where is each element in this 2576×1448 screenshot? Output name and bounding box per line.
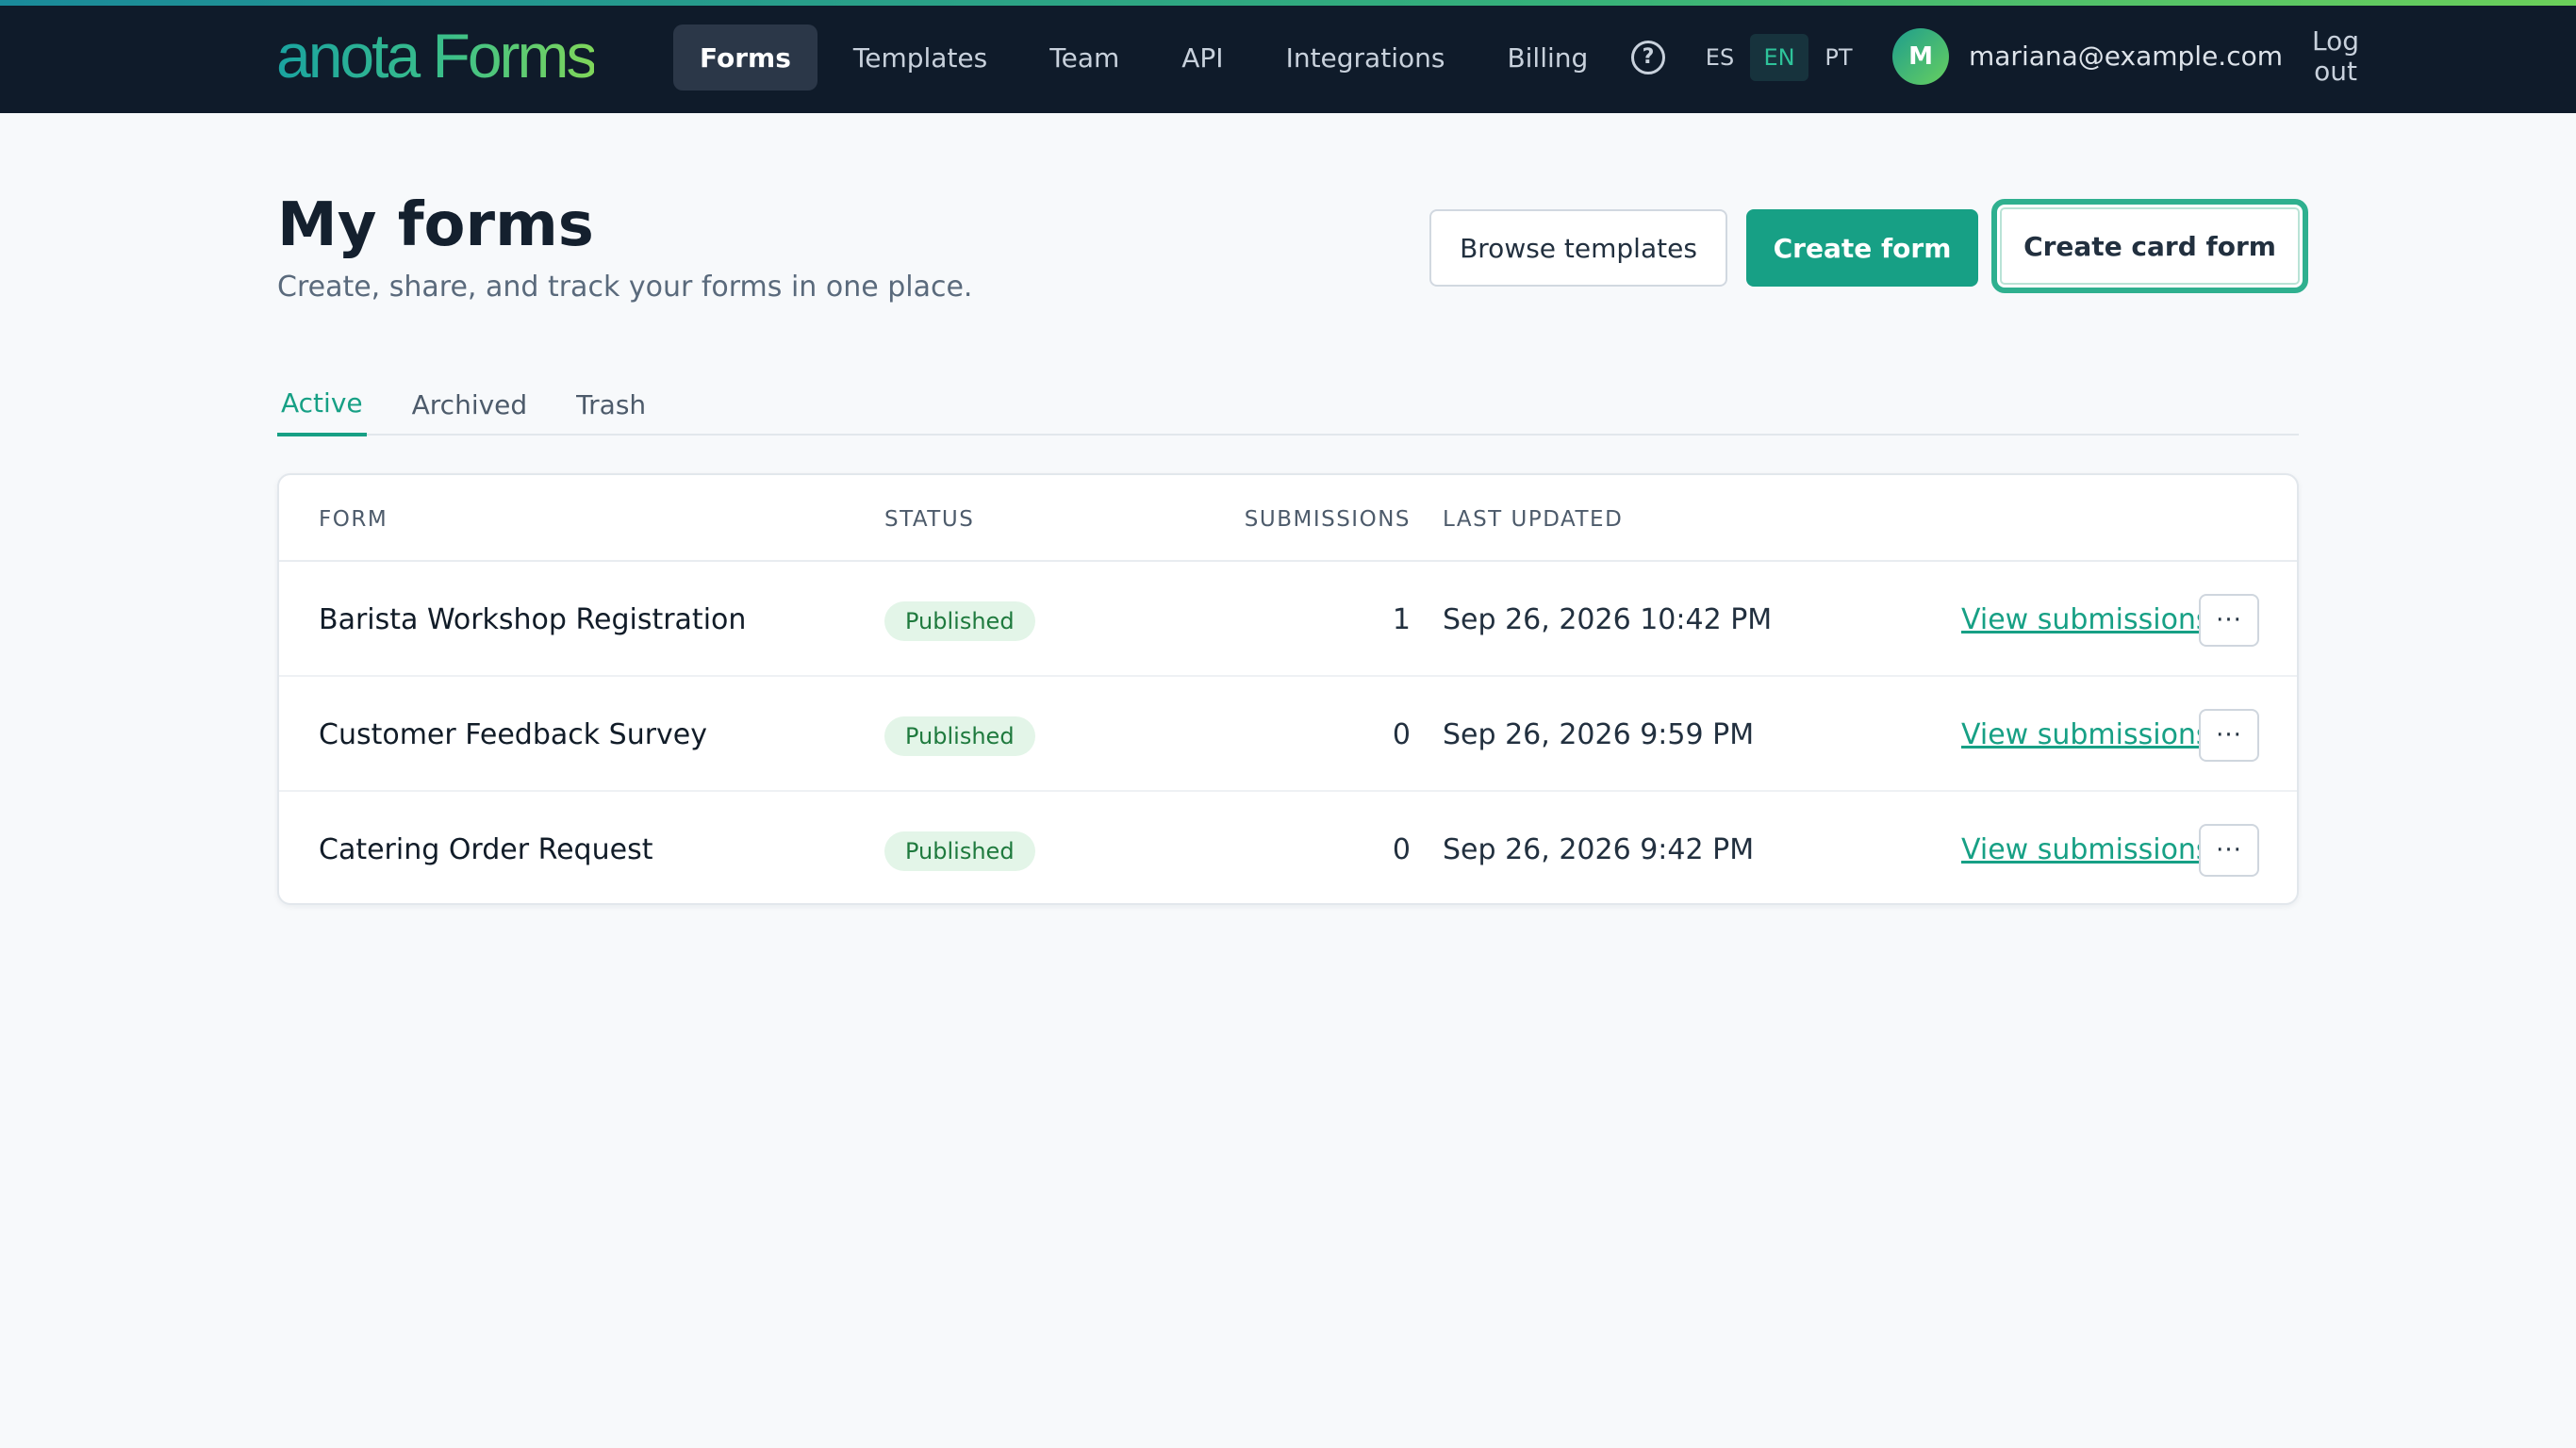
- column-header-last-updated: LAST UPDATED: [1443, 507, 1624, 532]
- table-header: FORM STATUS SUBMISSIONS LAST UPDATED: [279, 475, 2297, 562]
- create-form-button[interactable]: Create form: [1746, 209, 1978, 287]
- create-card-form-button[interactable]: Create card form: [1991, 199, 2308, 293]
- nav-item-integrations[interactable]: Integrations: [1260, 25, 1472, 90]
- view-submissions-link[interactable]: View submissions: [1961, 601, 2211, 639]
- language-es[interactable]: ES: [1697, 34, 1742, 81]
- user-email[interactable]: mariana@example.com: [1969, 38, 2283, 75]
- brand-logo[interactable]: anota Forms: [276, 23, 597, 89]
- table-row: Barista Workshop Registration Published …: [279, 562, 2297, 677]
- nav-item-templates[interactable]: Templates: [827, 25, 1014, 90]
- nav-item-billing[interactable]: Billing: [1480, 25, 1614, 90]
- more-options-button[interactable]: ···: [2199, 594, 2259, 647]
- last-updated: Sep 26, 2026 9:42 PM: [1443, 833, 1755, 866]
- submissions-count: 0: [1392, 833, 1411, 866]
- tab-archived[interactable]: Archived: [408, 373, 532, 436]
- nav-item-forms[interactable]: Forms: [673, 25, 817, 90]
- form-name[interactable]: Customer Feedback Survey: [319, 716, 707, 754]
- page-subtitle: Create, share, and track your forms in o…: [277, 271, 973, 304]
- submissions-count: 1: [1392, 603, 1411, 636]
- help-icon[interactable]: ?: [1631, 41, 1665, 74]
- main-nav: Forms Templates Team API Integrations Bi…: [673, 25, 1614, 90]
- more-options-button[interactable]: ···: [2199, 709, 2259, 762]
- browse-templates-button[interactable]: Browse templates: [1429, 209, 1727, 287]
- view-submissions-link[interactable]: View submissions: [1961, 831, 2211, 869]
- language-en[interactable]: EN: [1750, 34, 1808, 81]
- tab-trash[interactable]: Trash: [572, 373, 650, 436]
- nav-item-team[interactable]: Team: [1023, 25, 1146, 90]
- submissions-count: 0: [1392, 718, 1411, 751]
- table-row: Customer Feedback Survey Published 0 Sep…: [279, 677, 2297, 792]
- form-name[interactable]: Barista Workshop Registration: [319, 601, 746, 639]
- table-row: Catering Order Request Published 0 Sep 2…: [279, 792, 2297, 907]
- tab-active[interactable]: Active: [277, 373, 367, 436]
- accent-line: [0, 0, 2576, 6]
- form-name[interactable]: Catering Order Request: [319, 831, 652, 869]
- avatar[interactable]: M: [1892, 28, 1949, 85]
- language-pt[interactable]: PT: [1816, 34, 1861, 81]
- status-badge: Published: [884, 716, 1035, 756]
- forms-tabs: Active Archived Trash: [277, 373, 2299, 436]
- last-updated: Sep 26, 2026 10:42 PM: [1443, 603, 1773, 636]
- nav-item-api[interactable]: API: [1155, 25, 1249, 90]
- column-header-submissions: SUBMISSIONS: [1244, 507, 1411, 532]
- column-header-form: FORM: [319, 507, 388, 532]
- status-badge: Published: [884, 831, 1035, 871]
- last-updated: Sep 26, 2026 9:59 PM: [1443, 718, 1755, 751]
- page-title: My forms: [277, 190, 594, 260]
- view-submissions-link[interactable]: View submissions: [1961, 716, 2211, 754]
- logout-button[interactable]: Log out: [2293, 26, 2378, 87]
- forms-table: FORM STATUS SUBMISSIONS LAST UPDATED Bar…: [277, 473, 2299, 905]
- status-badge: Published: [884, 601, 1035, 641]
- top-navigation-bar: anota Forms Forms Templates Team API Int…: [0, 0, 2576, 113]
- more-options-button[interactable]: ···: [2199, 824, 2259, 877]
- column-header-status: STATUS: [884, 507, 975, 532]
